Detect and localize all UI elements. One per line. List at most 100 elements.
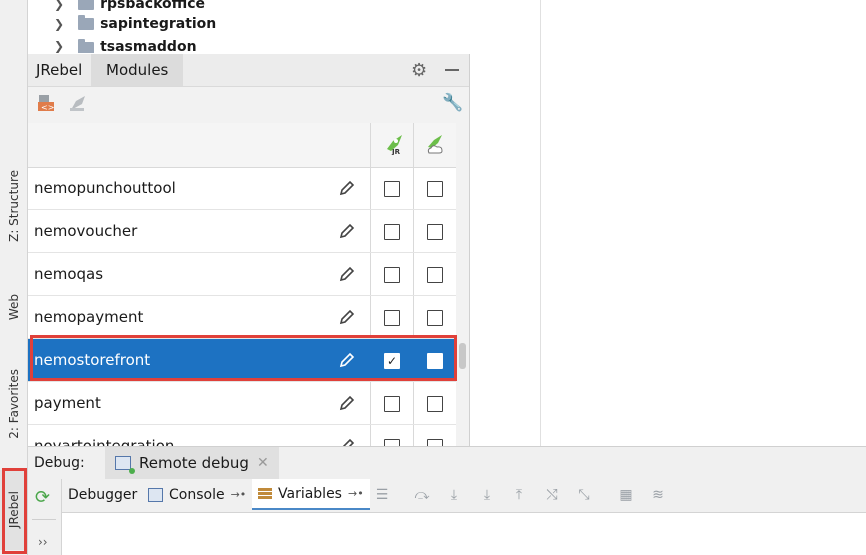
left-tool-strip: Z: Structure Web 2: Favorites JRebel bbox=[0, 0, 28, 555]
web-tool-tab[interactable]: Web bbox=[0, 280, 27, 335]
favorites-tool-tab[interactable]: 2: Favorites bbox=[0, 356, 27, 452]
remote-enable-checkbox[interactable] bbox=[427, 439, 443, 446]
step-into-icon[interactable]: ⤓ bbox=[479, 487, 495, 503]
edit-pencil-icon[interactable] bbox=[339, 352, 355, 368]
tab-console-label: Console bbox=[169, 486, 225, 503]
edit-pencil-icon[interactable] bbox=[339, 309, 355, 325]
folder-icon bbox=[78, 0, 95, 10]
modules-table: JR nemopunchouttool nemovoucher nemoqas nem… bbox=[28, 123, 456, 446]
debug-label: Debug: bbox=[34, 455, 85, 471]
step-out-icon[interactable]: ⤒ bbox=[511, 487, 527, 503]
pin-icon[interactable]: →• bbox=[231, 488, 247, 501]
minimize-icon[interactable] bbox=[445, 69, 459, 71]
separator bbox=[32, 519, 56, 520]
tab-modules-label: Modules bbox=[106, 61, 169, 79]
chevron-right-icon[interactable]: ❯ bbox=[54, 17, 64, 31]
drop-frame-icon[interactable]: ⤭ bbox=[544, 487, 560, 503]
web-tab-label: Web bbox=[6, 294, 21, 321]
jrebel-cloud-icon[interactable] bbox=[424, 133, 446, 155]
tab-jrebel-label: JRebel bbox=[36, 61, 83, 79]
jrebel-tab-label: JRebel bbox=[6, 491, 21, 529]
run-to-cursor-icon[interactable]: ⤡ bbox=[576, 487, 592, 503]
module-name: nemopayment bbox=[34, 308, 144, 326]
tree-item-label: tsasmaddon bbox=[100, 39, 197, 53]
remote-debug-icon bbox=[115, 456, 135, 474]
edit-pencil-icon[interactable] bbox=[339, 180, 355, 196]
table-row[interactable]: nemopayment bbox=[28, 296, 456, 339]
jrebel-enable-checkbox[interactable] bbox=[384, 396, 400, 412]
module-name: nemovoucher bbox=[34, 222, 138, 240]
table-header: JR bbox=[28, 123, 456, 168]
close-icon[interactable]: ✕ bbox=[257, 455, 269, 471]
folder-icon bbox=[78, 39, 95, 53]
favorites-tab-label: 2: Favorites bbox=[6, 369, 21, 439]
jrebel-xml-icon[interactable]: <> bbox=[36, 93, 56, 113]
gear-icon[interactable]: ⚙ bbox=[411, 60, 427, 81]
module-name: nemostorefront bbox=[34, 351, 151, 369]
debug-toolbar: Debugger Console →• Variables →• ☰ ⤼ ⤓ ⤓… bbox=[62, 479, 866, 513]
editor-gutter bbox=[470, 0, 541, 446]
remote-enable-checkbox[interactable] bbox=[427, 396, 443, 412]
tree-item-label: rpsbackoffice bbox=[100, 0, 206, 12]
jrebel-toolbar: <> 🔧 bbox=[28, 87, 469, 121]
jrebel-rocket-icon[interactable]: JR bbox=[383, 133, 405, 155]
remote-enable-checkbox[interactable] bbox=[427, 181, 443, 197]
tab-modules[interactable]: Modules bbox=[91, 54, 184, 86]
remote-enable-checkbox[interactable] bbox=[427, 267, 443, 283]
remote-enable-checkbox[interactable] bbox=[427, 353, 443, 369]
tab-debugger[interactable]: Debugger bbox=[62, 479, 143, 510]
table-row[interactable]: nemopunchouttool bbox=[28, 167, 456, 210]
jrebel-enable-checkbox[interactable] bbox=[384, 224, 400, 240]
structure-tab-label: Z: Structure bbox=[6, 169, 21, 242]
pin-icon[interactable]: →• bbox=[348, 487, 364, 500]
table-row[interactable]: payment bbox=[28, 382, 456, 425]
jrebel-enable-checkbox[interactable] bbox=[384, 267, 400, 283]
step-over-icon[interactable]: ⤓ bbox=[446, 487, 462, 503]
table-scrollbar[interactable] bbox=[456, 123, 469, 446]
remote-debug-label: Remote debug bbox=[139, 454, 249, 472]
edit-pencil-icon[interactable] bbox=[339, 438, 355, 446]
structure-tool-tab[interactable]: Z: Structure bbox=[0, 158, 27, 253]
variables-icon bbox=[258, 487, 272, 500]
tab-remote-debug[interactable]: Remote debug ✕ bbox=[105, 447, 279, 479]
tree-item[interactable]: ❯ sapintegration bbox=[28, 13, 216, 35]
remote-enable-checkbox[interactable] bbox=[427, 224, 443, 240]
evaluate-icon[interactable]: ▦ bbox=[618, 487, 634, 503]
tree-item[interactable]: ❯ tsasmaddon bbox=[28, 39, 197, 53]
jrebel-tool-tab[interactable]: JRebel bbox=[0, 470, 27, 550]
show-execution-point-icon[interactable]: ⤼ bbox=[414, 487, 430, 503]
svg-text:JR: JR bbox=[391, 148, 401, 155]
jrebel-enable-checkbox[interactable] bbox=[384, 439, 400, 446]
tab-variables-label: Variables bbox=[278, 485, 342, 502]
remote-enable-checkbox[interactable] bbox=[427, 310, 443, 326]
wrench-icon[interactable]: 🔧 bbox=[442, 93, 463, 113]
edit-pencil-icon[interactable] bbox=[339, 223, 355, 239]
scrollbar-thumb[interactable] bbox=[459, 343, 466, 369]
trace-icon[interactable]: ≋ bbox=[650, 487, 666, 503]
jrebel-enable-checkbox[interactable]: ✓ bbox=[384, 353, 400, 369]
tab-jrebel[interactable]: JRebel bbox=[28, 54, 90, 86]
folder-icon bbox=[78, 15, 95, 30]
edit-pencil-icon[interactable] bbox=[339, 395, 355, 411]
table-row[interactable]: novartointegration bbox=[28, 425, 456, 446]
tree-item-label: sapintegration bbox=[100, 16, 217, 32]
chevron-right-icon[interactable]: ❯ bbox=[54, 0, 64, 11]
tab-console[interactable]: Console →• bbox=[142, 479, 252, 510]
table-row[interactable]: nemoqas bbox=[28, 253, 456, 296]
list-icon[interactable]: ☰ bbox=[374, 487, 390, 503]
console-icon bbox=[148, 487, 163, 502]
table-row[interactable]: nemovoucher bbox=[28, 210, 456, 253]
table-row[interactable]: nemostorefront ✓ bbox=[28, 339, 456, 382]
jrebel-enable-checkbox[interactable] bbox=[384, 310, 400, 326]
debug-header: Debug: Remote debug ✕ bbox=[28, 446, 866, 480]
chevron-right-icon[interactable]: ❯ bbox=[54, 39, 64, 53]
tab-variables[interactable]: Variables →• bbox=[252, 479, 370, 510]
tab-debugger-label: Debugger bbox=[68, 486, 138, 503]
jrebel-enable-checkbox[interactable] bbox=[384, 181, 400, 197]
edit-pencil-icon[interactable] bbox=[339, 266, 355, 282]
more-tools-icon[interactable]: ›› bbox=[38, 535, 48, 549]
rerun-icon[interactable]: ⟳ bbox=[35, 487, 50, 508]
jrebel-remote-icon[interactable] bbox=[68, 93, 88, 113]
jrebel-tabs-bar: JRebel Modules ⚙ bbox=[28, 54, 469, 87]
module-name: novartointegration bbox=[34, 437, 175, 446]
